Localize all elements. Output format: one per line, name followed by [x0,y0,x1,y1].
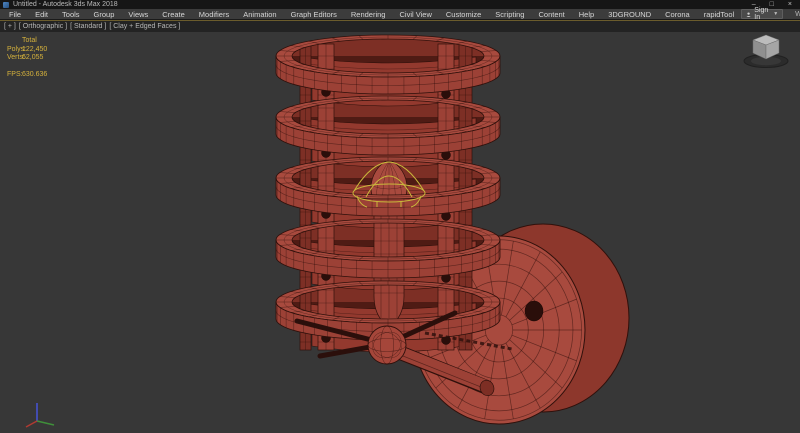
plate-bolt-hole [524,300,544,322]
close-button[interactable]: × [788,0,792,9]
maximize-button[interactable]: □ [770,0,774,9]
menu-edit[interactable]: Edit [28,10,55,19]
viewport-label-bar: [ + ][ Orthographic ][ Standard ][ Clay … [0,21,800,32]
caret-down-icon: ▼ [773,11,779,17]
menu-views[interactable]: Views [121,10,155,19]
view-cube[interactable] [743,34,789,68]
sign-in-label: Sign In [754,7,769,21]
statistics-rows: Polys:122,450 Verts:62,055 FPS:630.636 [7,46,47,80]
menu-content[interactable]: Content [531,10,571,19]
3dsmax-window: { "window": { "title": "Untitled - Autod… [0,0,800,433]
menu-bar: File Edit Tools Group Views Create Modifiers An… [0,7,800,21]
menu-rendering[interactable]: Rendering [344,10,393,19]
viewport-pov-menu[interactable]: [ Orthographic ] [19,23,67,30]
model-wall-lamp[interactable] [275,34,630,425]
menu-help[interactable]: Help [572,10,601,19]
stats-row: Verts:62,055 [7,54,44,61]
viewport-plus-menu[interactable]: [ + ] [4,23,16,30]
window-title: Untitled - Autodesk 3ds Max 2018 [13,1,118,8]
menu-tools[interactable]: Tools [55,10,87,19]
menu-animation[interactable]: Animation [236,10,283,19]
menu-create[interactable]: Create [155,10,192,19]
viewport-standard-menu[interactable]: [ Standard ] [70,23,106,30]
menu-file[interactable]: File [2,10,28,19]
menu-3dground[interactable]: 3DGROUND [601,10,658,19]
menu-customize[interactable]: Customize [439,10,488,19]
viewport[interactable]: Total Polys:122,450 Verts:62,055 FPS:630.6… [0,32,800,433]
menu-scripting[interactable]: Scripting [488,10,531,19]
menu-rapidtool[interactable]: rapidTool [697,10,741,19]
title-bar[interactable]: Untitled - Autodesk 3ds Max 2018 – □ × [0,0,800,9]
menu-civil-view[interactable]: Civil View [392,10,438,19]
lamp-bulb [370,159,408,328]
menu-bar-items: File Edit Tools Group Views Create Modifiers An… [2,10,741,19]
menu-corona[interactable]: Corona [658,10,697,19]
finial-ball [367,325,407,365]
viewport-statistics: Total Polys:122,450 Verts:62,055 FPS:630.6… [7,37,47,79]
workspaces-label: Workspaces: [795,10,800,18]
viewport-canvas[interactable] [0,32,800,433]
viewport-shading-menu[interactable]: [ Clay + Edged Faces ] [109,23,180,30]
sign-in-button[interactable]: Sign In ▼ [741,7,784,21]
menu-graph-editors[interactable]: Graph Editors [284,10,344,19]
stats-row: Polys:122,450 [7,45,48,53]
stats-row: FPS:630.636 [7,70,48,78]
axis-x [25,420,38,428]
app-icon-3dsmax [3,1,9,8]
axis-y [36,420,55,426]
world-axis-tripod [25,403,55,428]
stats-total-label: Total [22,37,37,44]
menu-group[interactable]: Group [87,10,122,19]
menu-modifiers[interactable]: Modifiers [192,10,236,19]
user-icon [746,11,751,17]
